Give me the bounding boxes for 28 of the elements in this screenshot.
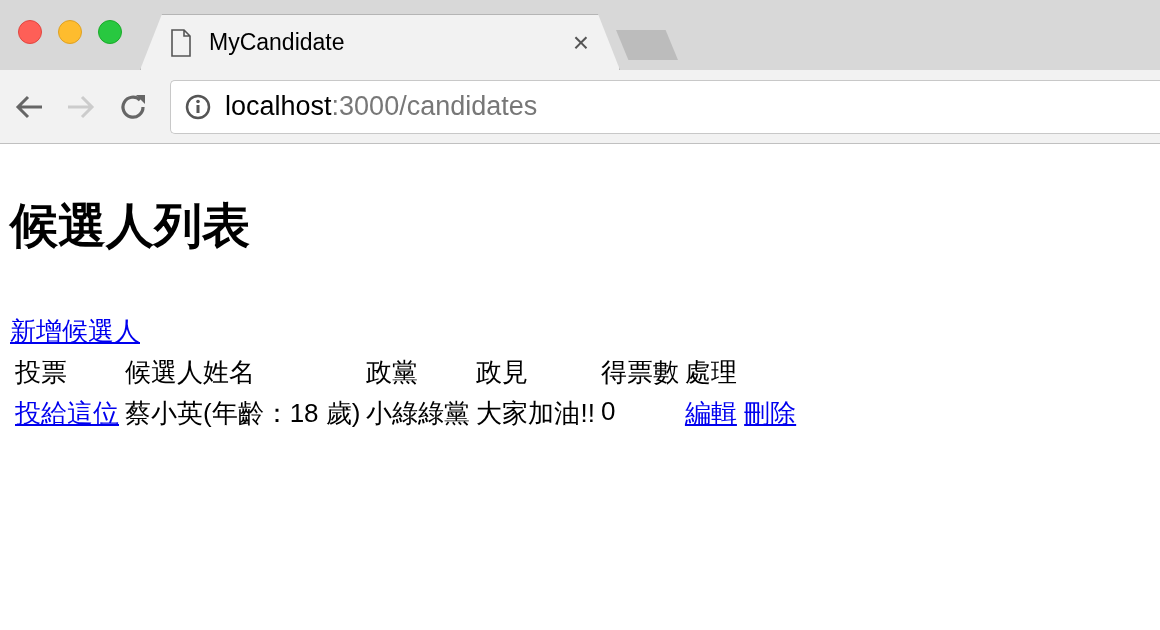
new-candidate-link[interactable]: 新增候選人 [10, 316, 140, 346]
column-header: 處理 [684, 356, 738, 389]
table-cell-text: 小綠綠黨 [366, 397, 471, 430]
table-cell-text: 大家加油!! [476, 397, 595, 430]
column-header: 政黨 [366, 356, 420, 389]
minimize-window-button[interactable] [58, 20, 82, 44]
page-heading: 候選人列表 [10, 198, 251, 254]
url-text: localhost:3000/candidates [225, 91, 538, 122]
column-header: 候選人姓名 [125, 356, 256, 389]
column-header: 得票數 [600, 356, 679, 389]
document-icon [171, 28, 191, 57]
table-cell-text: 0 [600, 396, 617, 428]
column-header: 投票 [15, 356, 68, 389]
forward-icon[interactable] [66, 93, 96, 120]
back-icon[interactable] [14, 93, 44, 120]
vote-link[interactable]: 投給這位 [15, 398, 119, 428]
table-cell-text: 蔡小英(年齡：18 歲) [125, 397, 361, 430]
browser-tab[interactable]: MyCandidate × [140, 14, 620, 70]
info-icon [185, 93, 211, 120]
new-tab-button[interactable] [616, 30, 678, 60]
close-window-button[interactable] [18, 20, 42, 44]
edit-link[interactable]: 編輯 [684, 398, 737, 428]
address-bar[interactable]: localhost:3000/candidates [170, 79, 1160, 134]
maximize-window-button[interactable] [98, 20, 122, 44]
close-tab-button[interactable]: × [572, 26, 589, 59]
column-header: 政見 [476, 356, 530, 389]
delete-link[interactable]: 刪除 [744, 398, 797, 428]
tab-title: MyCandidate [209, 29, 346, 56]
